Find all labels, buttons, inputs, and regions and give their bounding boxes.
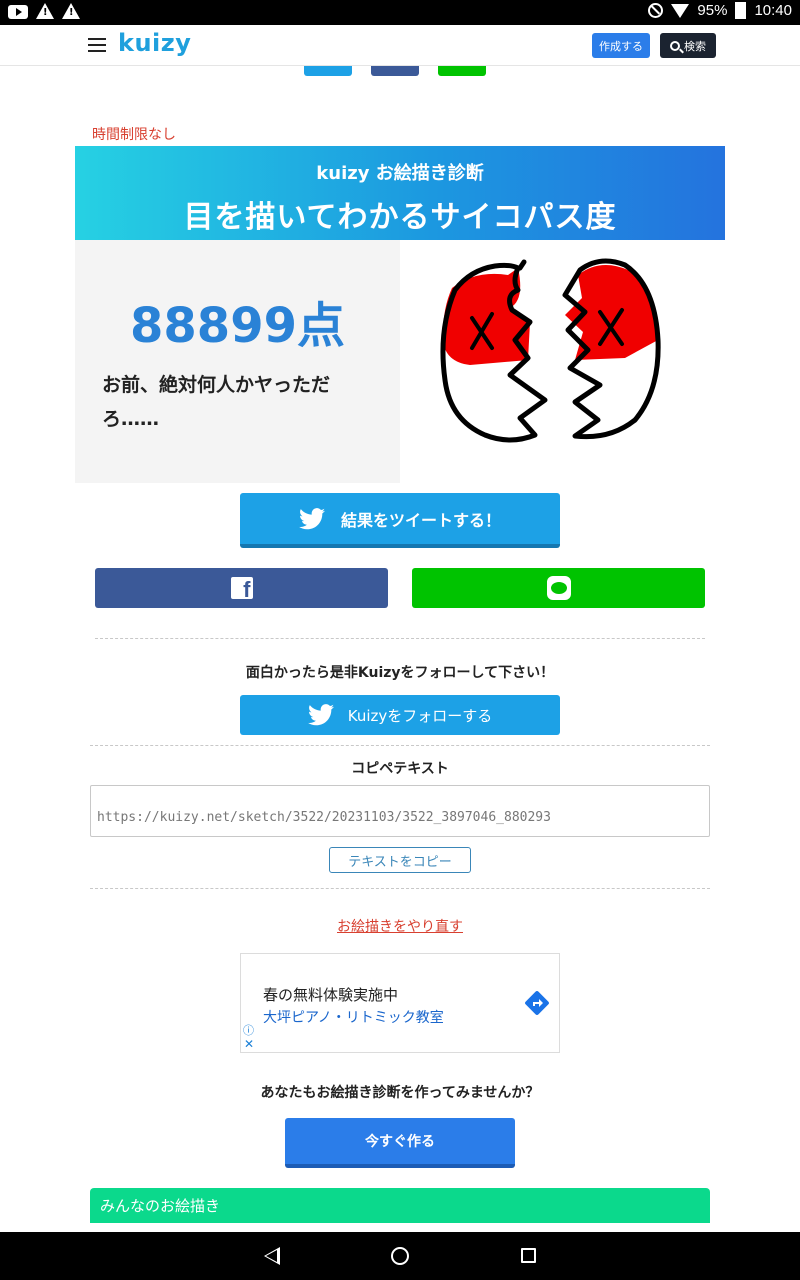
time-limit-label: 時間制限なし [92, 127, 176, 143]
copy-text-area[interactable]: https://kuizy.net/sketch/3522/20231103/3… [90, 785, 710, 837]
warning-icon: ! [36, 3, 54, 19]
user-drawing [400, 240, 725, 483]
back-icon[interactable] [264, 1247, 280, 1265]
create-now-button[interactable]: 今すぐ作る [285, 1118, 515, 1168]
directions-arrow-icon[interactable] [523, 989, 551, 1017]
warning-icon: ! [62, 3, 80, 19]
status-bar: ! ! 95% 10:40 [0, 0, 800, 25]
tweet-result-button[interactable]: 結果をツイートする！ [240, 493, 560, 548]
follow-prompt: 面白かったら是非Kuizyをフォローして下さい！ [245, 665, 555, 681]
line-share-button[interactable] [412, 568, 705, 608]
wifi-icon [671, 3, 690, 18]
line-icon [546, 576, 571, 600]
battery-percent: 95% [697, 2, 728, 19]
advertisement[interactable]: 春の無料体験実施中 大坪ピアノ・リトミック教室 ⓘ ✕ [240, 953, 560, 1053]
follow-kuizy-label: Kuizyをフォローする [347, 706, 493, 725]
recent-apps-icon[interactable] [521, 1248, 536, 1263]
divider [95, 638, 705, 639]
line-share-button-partial[interactable] [438, 66, 486, 76]
copy-text-button[interactable]: テキストをコピー [329, 847, 471, 873]
search-button-label: 検索 [684, 39, 706, 53]
twitter-bird-icon [307, 704, 334, 726]
create-button[interactable]: 作成する [592, 33, 650, 58]
ad-info-icon[interactable]: ⓘ [243, 1022, 254, 1038]
facebook-icon: f [230, 577, 253, 599]
follow-kuizy-button[interactable]: Kuizyをフォローする [240, 695, 560, 735]
clock: 10:40 [754, 2, 792, 19]
facebook-share-button-partial[interactable] [371, 66, 419, 76]
site-logo[interactable]: kuizy [118, 29, 191, 57]
drawing-image [440, 258, 661, 443]
twitter-share-button-partial[interactable] [304, 66, 352, 76]
battery-icon [735, 2, 747, 19]
ad-close-icon[interactable]: ✕ [244, 1037, 254, 1051]
result-panel: 88899点 お前、絶対何人かヤっただろ…… [75, 240, 400, 483]
tweet-result-label: 結果をツイートする！ [340, 510, 501, 530]
facebook-share-button[interactable]: f [95, 568, 388, 608]
youtube-icon [8, 5, 28, 19]
home-icon[interactable] [391, 1247, 409, 1265]
hamburger-menu-icon[interactable] [88, 38, 106, 52]
ad-advertiser[interactable]: 大坪ピアノ・リトミック教室 [263, 1007, 444, 1027]
banner-subtitle: kuizy お絵描き診断 [316, 163, 484, 184]
divider [90, 745, 710, 746]
divider [90, 888, 710, 889]
result-comment: お前、絶対何人かヤっただろ…… [102, 374, 331, 430]
quiz-banner: kuizy お絵描き診断 目を描いてわかるサイコパス度 [75, 146, 725, 240]
banner-title: 目を描いてわかるサイコパス度 [183, 200, 617, 235]
twitter-bird-icon [298, 507, 325, 529]
create-prompt: あなたもお絵描き診断を作ってみませんか？ [260, 1085, 540, 1101]
redo-drawing-link[interactable]: お絵描きをやり直す [0, 916, 800, 936]
do-not-disturb-icon [648, 3, 664, 18]
site-header: kuizy 作成する 検索 [0, 25, 800, 66]
everyone-drawings-header: みんなのお絵描き [90, 1188, 710, 1223]
search-icon [670, 40, 680, 51]
copy-text-title: コピペテキスト [351, 761, 449, 777]
search-button[interactable]: 検索 [660, 33, 716, 58]
ad-headline[interactable]: 春の無料体験実施中 [263, 984, 398, 1005]
navigation-bar [0, 1232, 800, 1280]
result-score: 88899点 [130, 298, 345, 354]
